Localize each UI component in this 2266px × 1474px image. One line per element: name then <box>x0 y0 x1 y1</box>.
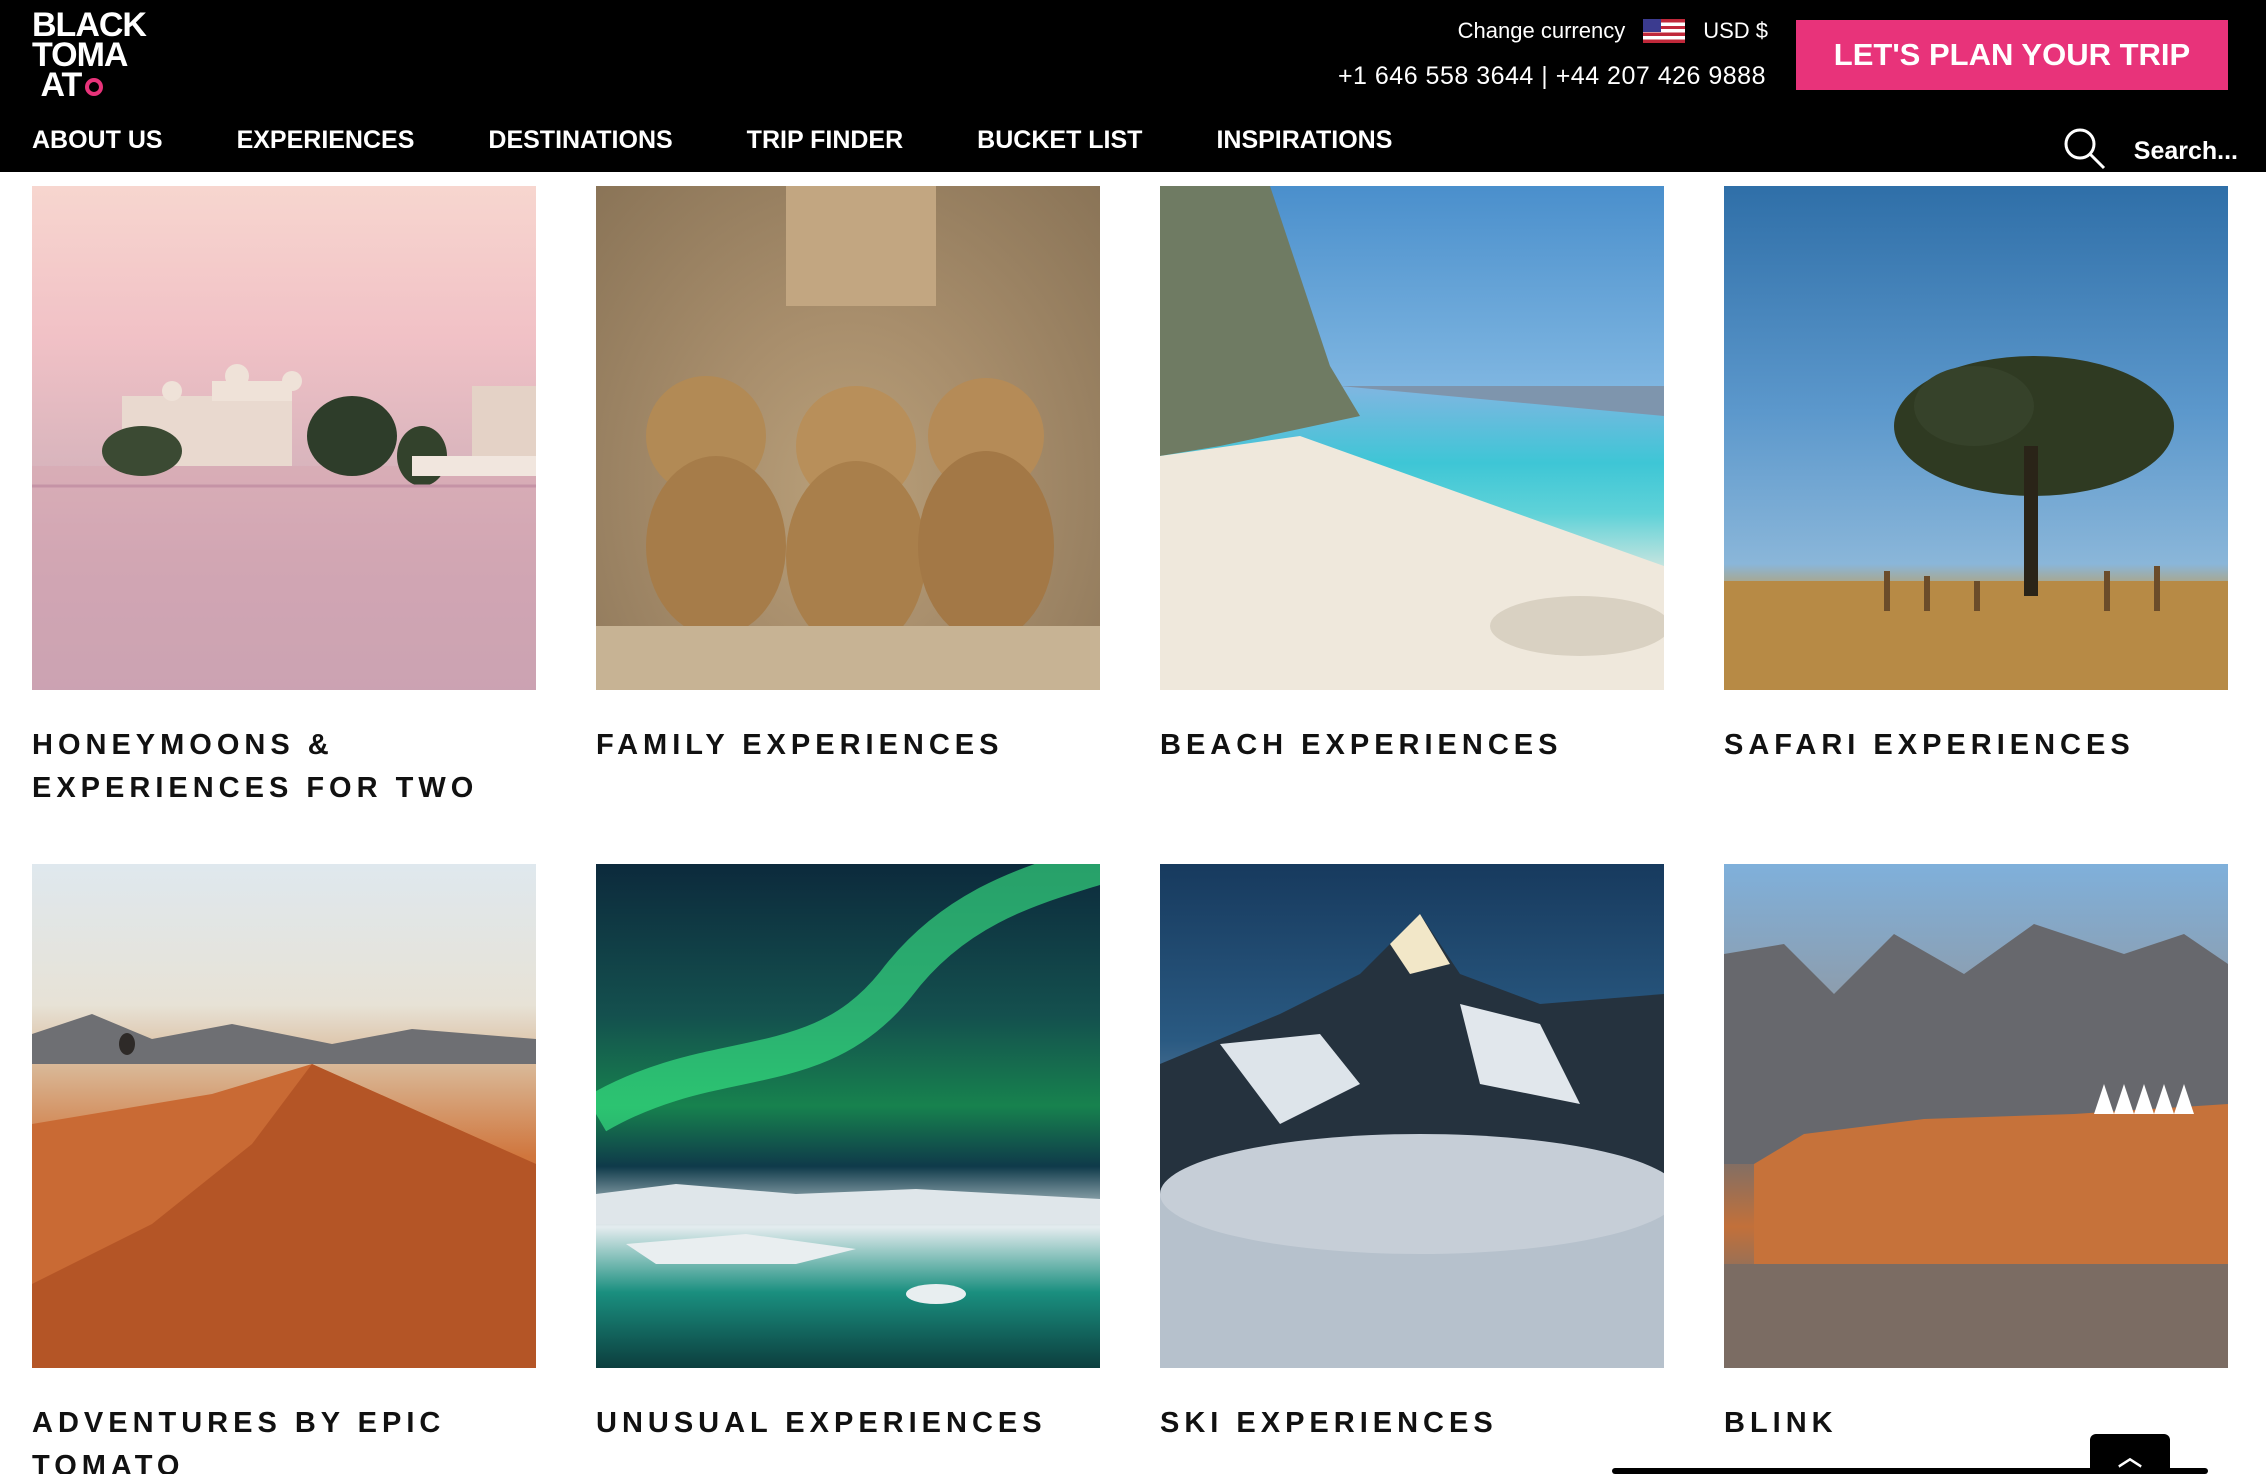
currency-value: USD $ <box>1703 18 1768 43</box>
nav-item-trip-finder[interactable]: TRIP FINDER <box>747 126 904 155</box>
mountain-peak-image[interactable] <box>1160 864 1664 1368</box>
experience-card-blink[interactable]: BLINK <box>1724 864 2228 1445</box>
plan-trip-button[interactable]: LET'S PLAN YOUR TRIP <box>1796 20 2228 90</box>
experience-card-safari[interactable]: SAFARI EXPERIENCES <box>1724 186 2228 767</box>
safari-image[interactable] <box>1724 186 2228 690</box>
currency-switcher[interactable]: Change currency USD $ <box>1458 18 1768 44</box>
card-title[interactable]: ADVENTURES BY EPIC TOMATO <box>32 1402 536 1474</box>
lion-cubs-image[interactable] <box>596 186 1100 690</box>
card-title[interactable]: UNUSUAL EXPERIENCES <box>596 1402 1100 1445</box>
card-title[interactable]: HONEYMOONS & EXPERIENCES FOR TWO <box>32 724 536 810</box>
site-header: BLACK TOMA AT Change currency USD $ +1 64… <box>0 0 2266 172</box>
coastal-cliff-camp-image[interactable] <box>1724 864 2228 1368</box>
experience-card-unusual[interactable]: UNUSUAL EXPERIENCES <box>596 864 1100 1445</box>
card-title[interactable]: BEACH EXPERIENCES <box>1160 724 1664 767</box>
honeymoon-image[interactable] <box>32 186 536 690</box>
nav-item-about-us[interactable]: ABOUT US <box>32 126 163 155</box>
nav-item-inspirations[interactable]: INSPIRATIONS <box>1216 126 1392 155</box>
search-input[interactable]: Search... <box>2134 137 2238 166</box>
black-tomato-logo[interactable]: BLACK TOMA AT <box>32 10 162 102</box>
bottom-bar <box>1612 1468 2208 1474</box>
experience-card-beach[interactable]: BEACH EXPERIENCES <box>1160 186 1664 767</box>
chevron-up-icon: ︿ <box>2118 1443 2142 1471</box>
currency-label: Change currency <box>1457 18 1626 43</box>
main-nav: ABOUT US EXPERIENCES DESTINATIONS TRIP F… <box>32 126 1392 155</box>
experience-card-adventures[interactable]: ADVENTURES BY EPIC TOMATO <box>32 864 536 1474</box>
card-title[interactable]: SAFARI EXPERIENCES <box>1724 724 2228 767</box>
desert-dunes-image[interactable] <box>32 864 536 1368</box>
us-flag-icon <box>1643 19 1686 43</box>
northern-lights-image[interactable] <box>596 864 1100 1368</box>
search-icon[interactable] <box>2062 126 2106 177</box>
beach-image[interactable] <box>1160 186 1664 690</box>
nav-item-experiences[interactable]: EXPERIENCES <box>237 126 415 155</box>
card-title[interactable]: SKI EXPERIENCES <box>1160 1402 1664 1445</box>
search-box[interactable]: Search... <box>2062 126 2238 177</box>
card-title[interactable]: FAMILY EXPERIENCES <box>596 724 1100 767</box>
experience-card-ski[interactable]: SKI EXPERIENCES <box>1160 864 1664 1445</box>
nav-item-destinations[interactable]: DESTINATIONS <box>488 126 672 155</box>
phone-numbers[interactable]: +1 646 558 3644 | +44 207 426 9888 <box>1338 62 1766 91</box>
nav-item-bucket-list[interactable]: BUCKET LIST <box>977 126 1142 155</box>
experience-card-honeymoons[interactable]: HONEYMOONS & EXPERIENCES FOR TWO <box>32 186 536 810</box>
experience-card-family[interactable]: FAMILY EXPERIENCES <box>596 186 1100 767</box>
